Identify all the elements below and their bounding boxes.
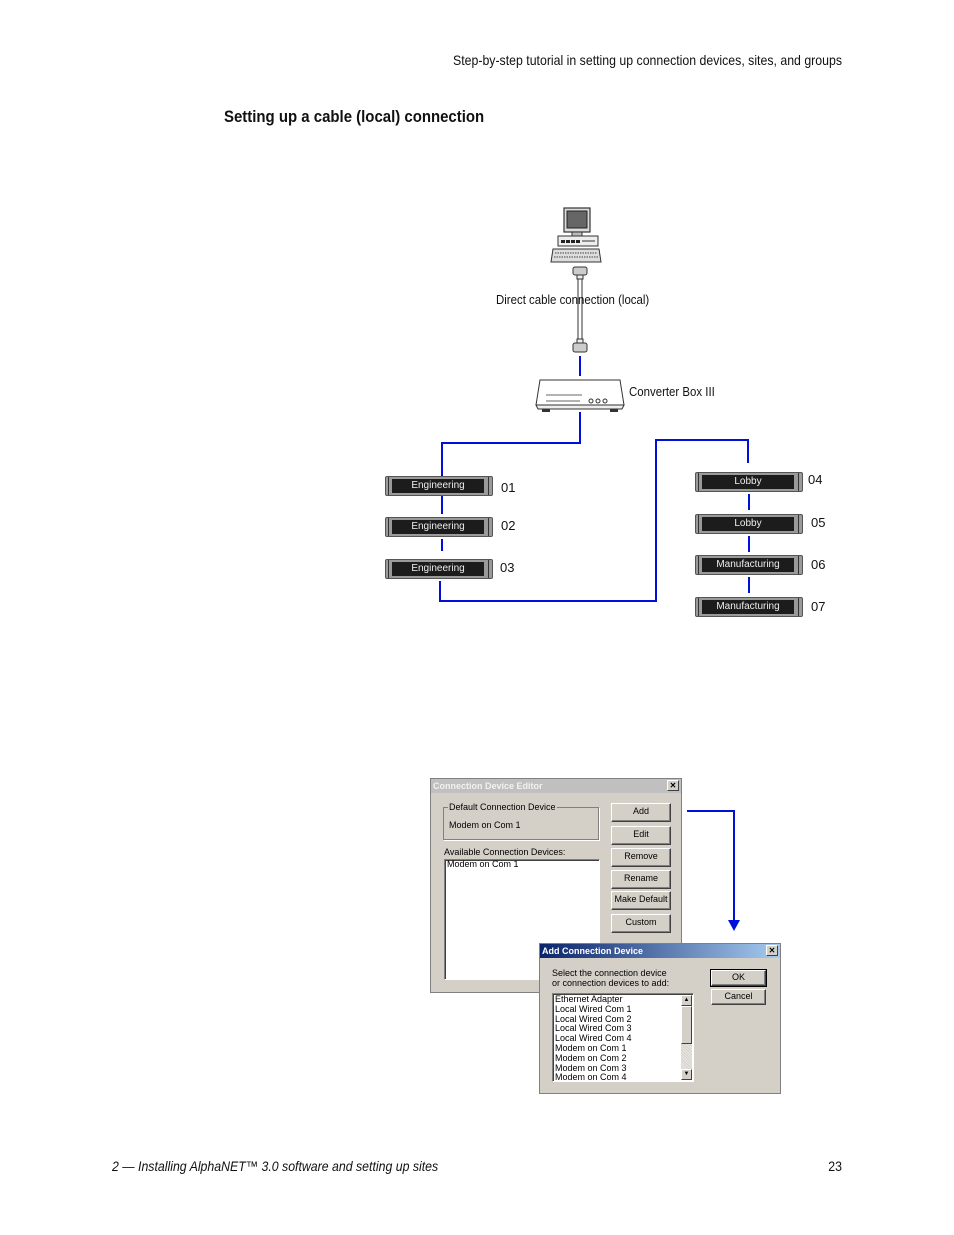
dialog-title: Add Connection Device [540,944,780,958]
add-button[interactable]: Add [611,803,671,822]
scroll-down-icon[interactable]: ▼ [681,1069,692,1080]
sign-04: Lobby [695,472,803,492]
prompt-line-2: or connection devices to add: [552,978,670,988]
cancel-button[interactable]: Cancel [711,989,766,1005]
wire-to-left-group [441,442,581,444]
wire-sign06-07 [748,577,750,593]
wire-sign05-06 [748,536,750,552]
wire-link-up [655,439,657,602]
sign-number: 07 [811,599,826,614]
sign-number: 05 [811,515,826,530]
network-diagram: Direct cable connection (local) Converte… [0,0,954,640]
converter-box-icon [535,379,625,412]
custom-button[interactable]: Custom [611,914,671,933]
default-device-value: Modem on Com 1 [449,820,521,830]
footer-chapter: 2 — Installing AlphaNET™ 3.0 software an… [112,1158,439,1174]
sign-01: Engineering [385,476,493,496]
page-number: 23 [828,1158,842,1174]
wire-bottom-link [439,600,656,602]
converter-box-label: Converter Box III [629,384,715,399]
wire-sign03-down [439,581,441,601]
serial-cable [572,266,588,353]
rename-button[interactable]: Rename [611,870,671,889]
wire-right-down [747,439,749,463]
sign-number: 03 [500,560,515,575]
remove-button[interactable]: Remove [611,848,671,867]
default-device-group-label: Default Connection Device [448,802,557,812]
default-device-group: Default Connection Device Modem on Com 1 [443,802,599,840]
computer-icon [550,207,602,263]
available-devices-label: Available Connection Devices: [444,847,566,857]
sign-number: 04 [808,472,823,487]
wire-cable-to-converter [579,356,581,376]
wire-sign02-03 [441,539,443,551]
dialog-title: Connection Device Editor [431,779,681,793]
scroll-thumb[interactable] [681,1006,692,1044]
sign-03: Engineering [385,559,493,579]
sign-text: Manufacturing [702,600,794,614]
wire-link-top [655,439,748,441]
arrow-line-vertical [733,810,735,922]
sign-text: Lobby [702,517,794,531]
sign-text: Engineering [392,479,484,493]
wire-sign01-02 [441,496,443,514]
list-item[interactable]: Modem on Com 1 [445,859,599,870]
make-default-button[interactable]: Make Default [611,891,671,910]
scroll-up-icon[interactable]: ▲ [681,995,692,1006]
direct-cable-label: Direct cable connection (local) [496,292,650,307]
arrow-down-icon [728,920,740,931]
wire-converter-down [579,412,581,443]
sign-text: Engineering [392,520,484,534]
sign-number: 01 [501,480,516,495]
edit-button[interactable]: Edit [611,826,671,845]
sign-06: Manufacturing [695,555,803,575]
sign-07: Manufacturing [695,597,803,617]
sign-text: Engineering [392,562,484,576]
ok-button[interactable]: OK [710,969,767,987]
device-type-list[interactable]: Ethernet Adapter Local Wired Com 1 Local… [552,993,694,1082]
sign-text: Lobby [702,475,794,489]
wire-sign04-05 [748,494,750,510]
add-connection-device-dialog: Add Connection Device ✕ Select the conne… [539,943,781,1094]
sign-number: 02 [501,518,516,533]
sign-05: Lobby [695,514,803,534]
list-item[interactable]: Modem on Com 4 [553,1073,693,1083]
sign-text: Manufacturing [702,558,794,572]
prompt-line-1: Select the connection device [552,968,667,978]
close-icon[interactable]: ✕ [766,945,778,956]
sign-02: Engineering [385,517,493,537]
wire-left-down [441,442,443,476]
close-icon[interactable]: ✕ [667,780,679,791]
arrow-line-horizontal [687,810,735,812]
sign-number: 06 [811,557,826,572]
prompt-text: Select the connection device or connecti… [552,968,669,988]
list-scrollbar[interactable]: ▲ ▼ [681,995,692,1080]
